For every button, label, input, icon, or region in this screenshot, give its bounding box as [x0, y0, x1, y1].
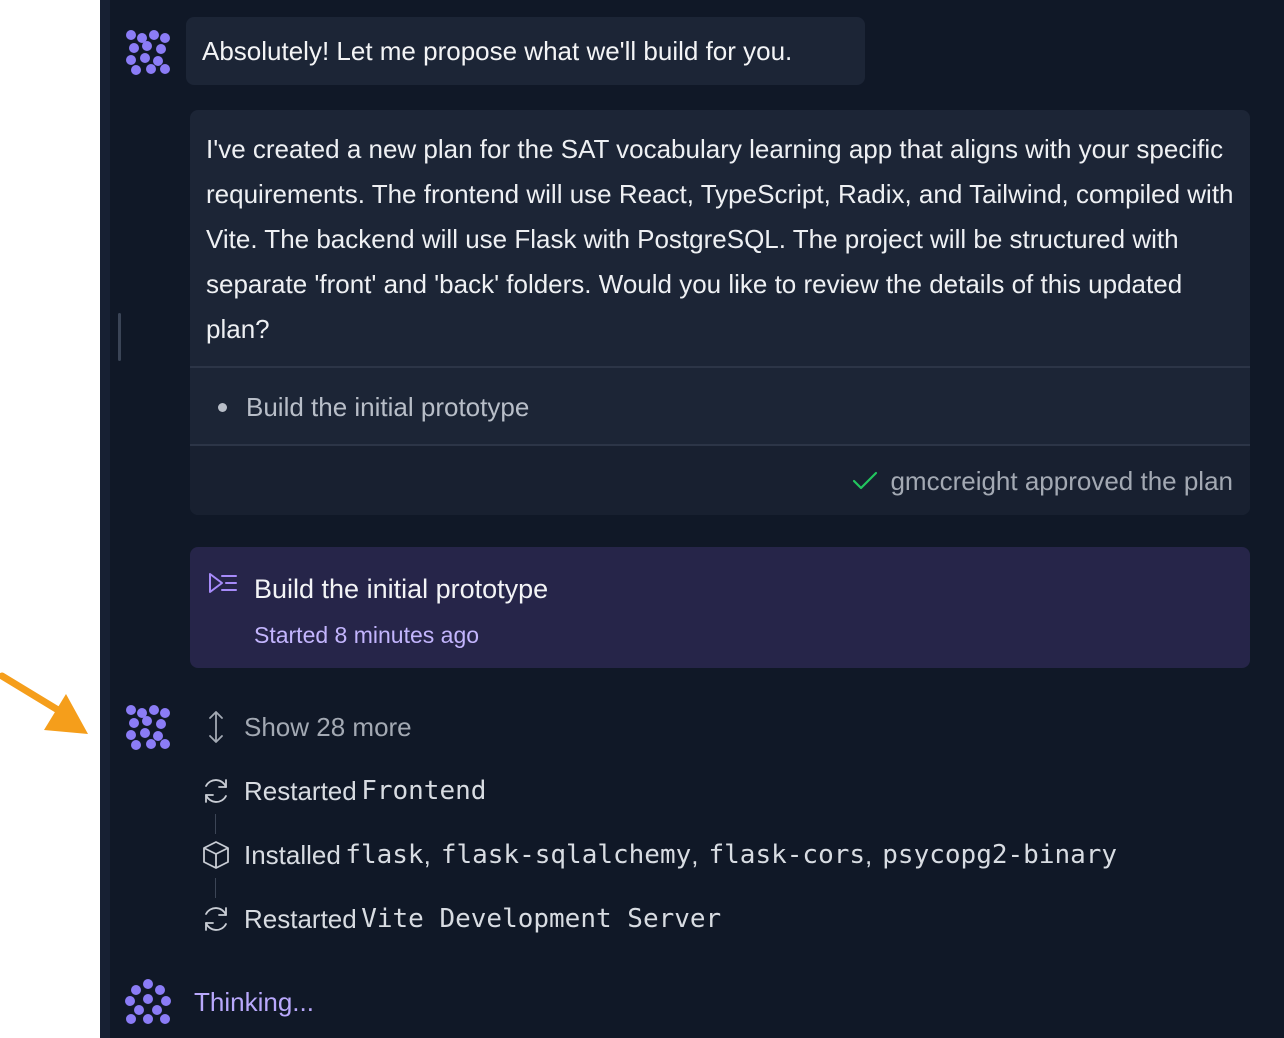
task-play-list-icon	[209, 573, 237, 593]
activity-target: flask-sqlalchemy	[440, 840, 692, 870]
activity-target: Frontend	[361, 776, 487, 806]
plan-description: I've created a new plan for the SAT voca…	[206, 134, 1234, 344]
refresh-icon	[205, 779, 227, 803]
approval-text: gmccreight approved the plan	[890, 465, 1233, 496]
timeline-connector	[215, 878, 216, 898]
activity-target: flask	[345, 840, 424, 870]
task-status-time: 8 minutes ago	[334, 622, 480, 648]
activity-item: Installed flask, flask-sqlalchemy, flask…	[198, 835, 1117, 875]
approval-status: gmccreight approved the plan	[852, 446, 1233, 515]
package-icon	[203, 841, 229, 869]
activity-verb: Installed	[244, 839, 341, 870]
annotation-arrow-icon	[0, 672, 88, 734]
activity-item: Restarted Frontend	[198, 771, 486, 811]
activity-target: Vite Development Server	[361, 904, 722, 934]
expand-vertical-icon	[209, 711, 223, 743]
task-card[interactable]: Build the initial prototype Started 8 mi…	[190, 547, 1250, 668]
scroll-indicator[interactable]	[118, 313, 121, 361]
agent-message-bubble: Absolutely! Let me propose what we'll bu…	[186, 17, 865, 85]
divider	[190, 366, 1250, 368]
plan-item: Build the initial prototype	[218, 382, 529, 432]
activity-verb: Restarted	[244, 775, 357, 806]
activity-item: Restarted Vite Development Server	[198, 899, 721, 939]
activity-verb: Restarted	[244, 903, 357, 934]
task-title: Build the initial prototype	[254, 574, 549, 604]
task-status: Started 8 minutes ago	[254, 615, 479, 655]
agent-thinking-avatar-icon	[125, 979, 171, 1024]
task-status-label: Started	[254, 622, 329, 648]
show-more-label: Show 28 more	[244, 711, 412, 742]
plan-footer: gmccreight approved the plan	[190, 446, 1250, 515]
plan-item-label: Build the initial prototype	[246, 392, 530, 422]
timeline-connector	[215, 814, 216, 834]
show-more-button[interactable]: Show 28 more	[198, 707, 412, 747]
agent-avatar-icon	[126, 30, 170, 75]
plan-card: I've created a new plan for the SAT voca…	[190, 110, 1250, 515]
refresh-icon	[205, 907, 227, 931]
agent-avatar-icon	[126, 705, 170, 750]
activity-target: flask-cors	[708, 840, 866, 870]
check-icon	[853, 471, 878, 489]
bullet-icon	[218, 402, 227, 412]
panel-left-edge	[100, 0, 110, 1038]
thinking-indicator: Thinking...	[194, 987, 314, 1017]
activity-target: psycopg2-binary	[882, 840, 1118, 870]
